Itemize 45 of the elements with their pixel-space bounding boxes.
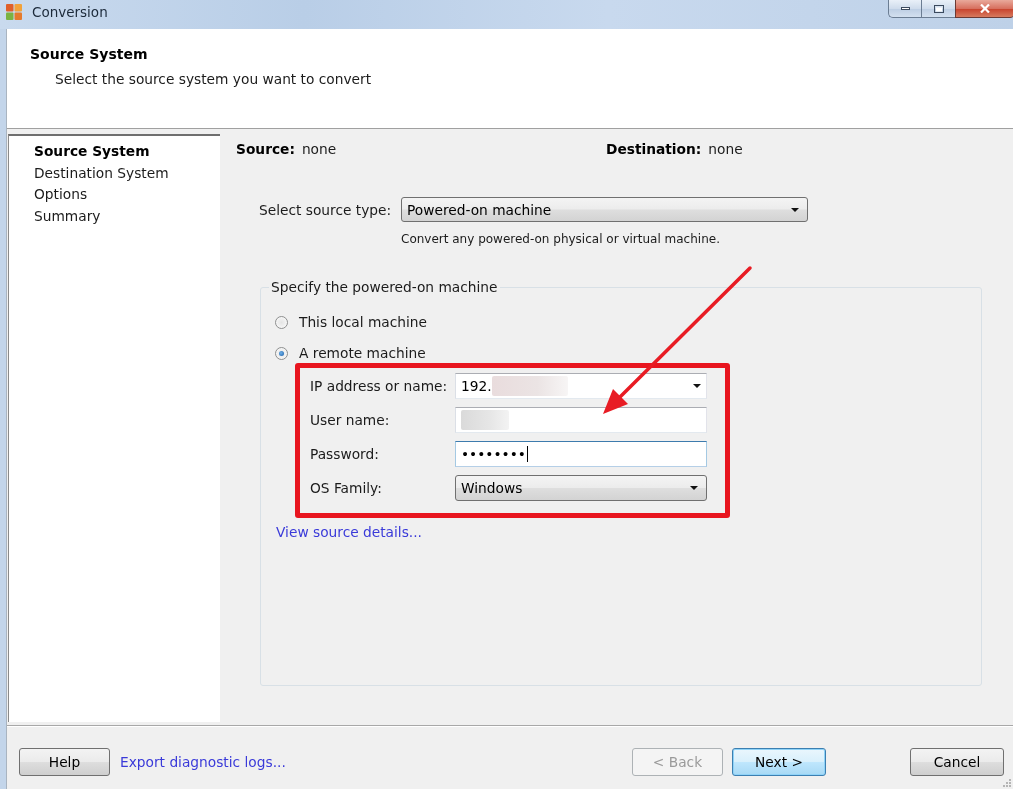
field-label: IP address or name:	[310, 378, 449, 394]
step-item[interactable]: Options	[34, 184, 88, 206]
summary-value: none	[708, 141, 743, 158]
page-subtitle: Select the source system you want to convert	[55, 71, 373, 88]
dropdown-arrow-icon	[791, 207, 799, 212]
window-title: Conversion	[32, 3, 108, 22]
radio-label[interactable]: This local machine	[299, 314, 427, 330]
help-button[interactable]: Help	[19, 748, 110, 776]
text-cursor-icon	[526, 446, 528, 462]
resize-grip-icon[interactable]	[1002, 778, 1011, 787]
colored-squares-icon	[6, 4, 22, 20]
minimize-icon	[900, 7, 910, 10]
summary-value: none	[301, 141, 337, 158]
group-title: Specify the powered-on machine	[270, 279, 499, 295]
address-combo-box[interactable]: 192.	[455, 373, 707, 399]
os-family-dropdown[interactable]: Windows	[455, 475, 707, 501]
step-item[interactable]: Destination System	[34, 162, 169, 184]
step-item[interactable]: Source System	[34, 141, 150, 163]
minimize-button[interactable]	[888, 0, 921, 18]
field-label: Password:	[310, 446, 380, 462]
summary-label: Destination:	[606, 141, 702, 158]
next-button[interactable]: Next >	[732, 748, 826, 776]
close-icon	[980, 4, 990, 13]
radio-button[interactable]	[275, 315, 288, 329]
dropdown-arrow-icon	[690, 486, 698, 490]
maximize-button[interactable]	[921, 0, 955, 18]
export-logs-link[interactable]: Export diagnostic logs...	[120, 748, 286, 776]
summary-label: Source:	[236, 141, 295, 158]
password-input[interactable]: ••••••••	[455, 441, 707, 467]
source-type-hint: Convert any powered-on physical or virtual machine.	[401, 232, 721, 246]
details-link[interactable]: View source details...	[276, 524, 422, 540]
username-input[interactable]	[455, 407, 707, 433]
page-title: Source System	[30, 46, 149, 63]
step-item[interactable]: Summary	[34, 205, 101, 227]
field-label: User name:	[310, 412, 391, 428]
maximize-icon	[933, 4, 944, 13]
blurred-redaction	[461, 410, 509, 430]
dropdown-arrow-icon	[693, 384, 701, 388]
cancel-button[interactable]: Cancel	[910, 748, 1004, 776]
source-type-dropdown[interactable]: Powered-on machine	[401, 197, 808, 222]
radio-label[interactable]: A remote machine	[299, 345, 426, 361]
source-type-label: Select source type:	[259, 201, 393, 218]
radio-button[interactable]	[275, 346, 288, 360]
close-button[interactable]	[955, 0, 1013, 18]
field-label: OS Family:	[310, 480, 383, 496]
